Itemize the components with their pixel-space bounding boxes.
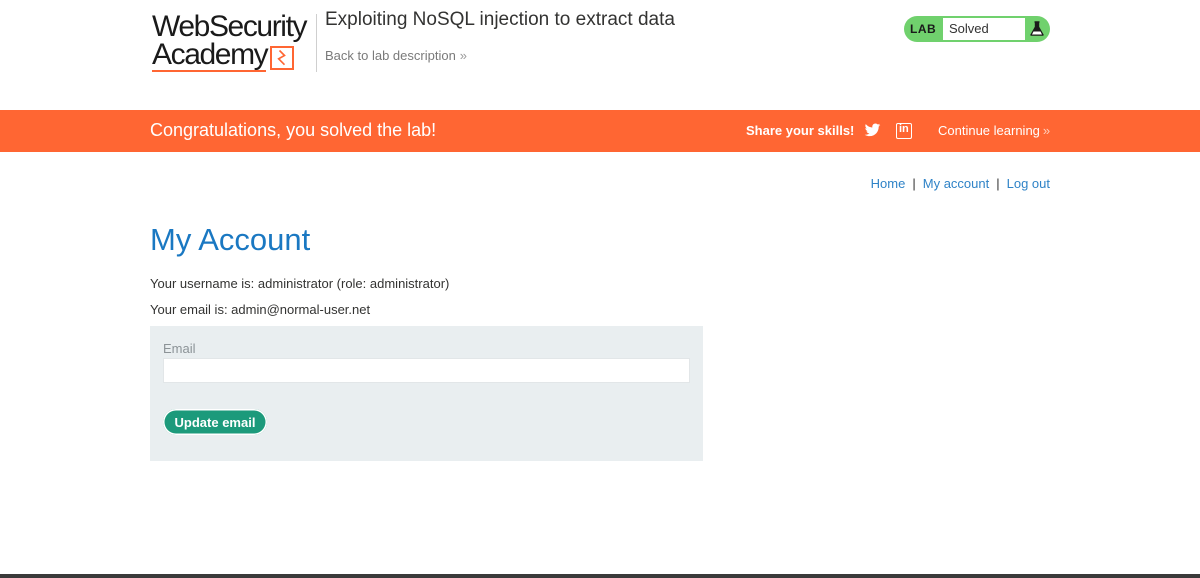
- account-nav: Home | My account | Log out: [871, 176, 1050, 191]
- header-divider: [316, 14, 317, 72]
- update-email-button[interactable]: Update email: [163, 409, 267, 435]
- chevron-right-icon: »: [459, 48, 467, 63]
- page-title: My Account: [150, 222, 311, 257]
- nav-home-link[interactable]: Home: [871, 176, 906, 191]
- logo-underline: [152, 70, 266, 72]
- lab-label: LAB: [910, 22, 937, 36]
- email-info: Your email is: admin@normal-user.net: [150, 302, 371, 317]
- congratulations-message: Congratulations, you solved the lab!: [150, 120, 437, 140]
- email-input[interactable]: [163, 358, 690, 383]
- linkedin-icon[interactable]: in: [896, 123, 912, 139]
- chevron-right-icon: »: [1042, 123, 1050, 138]
- nav-separator: |: [912, 176, 916, 191]
- back-to-lab-description-link[interactable]: Back to lab description»: [325, 48, 467, 63]
- linkedin-glyph: in: [899, 123, 909, 135]
- email-label: Email: [163, 341, 196, 356]
- lab-title: Exploiting NoSQL injection to extract da…: [325, 9, 675, 30]
- username-info: Your username is: administrator (role: a…: [150, 276, 450, 291]
- flask-icon: [1030, 21, 1044, 36]
- site-header: WebSecurity Academy Exploiting NoSQL inj…: [0, 0, 1200, 110]
- lab-status-badge: LAB Solved: [904, 16, 1050, 42]
- nav-my-account-link[interactable]: My account: [923, 176, 989, 191]
- twitter-icon[interactable]: [864, 123, 881, 138]
- solved-banner: Congratulations, you solved the lab! Sha…: [0, 110, 1200, 152]
- bottom-edge-bar: [0, 574, 1200, 578]
- update-email-form: Email Update email: [150, 326, 703, 461]
- nav-log-out-link[interactable]: Log out: [1007, 176, 1050, 191]
- continue-learning-label: Continue learning: [938, 123, 1040, 138]
- continue-learning-link[interactable]: Continue learning»: [938, 123, 1050, 138]
- web-security-academy-logo[interactable]: WebSecurity Academy: [152, 10, 312, 74]
- logo-bolt-icon: [270, 46, 294, 70]
- share-skills-label: Share your skills!: [746, 123, 855, 138]
- nav-separator: |: [996, 176, 1000, 191]
- lab-status-text: Solved: [943, 18, 1025, 40]
- logo-line-2: Academy: [152, 38, 269, 71]
- back-link-label: Back to lab description: [325, 48, 456, 63]
